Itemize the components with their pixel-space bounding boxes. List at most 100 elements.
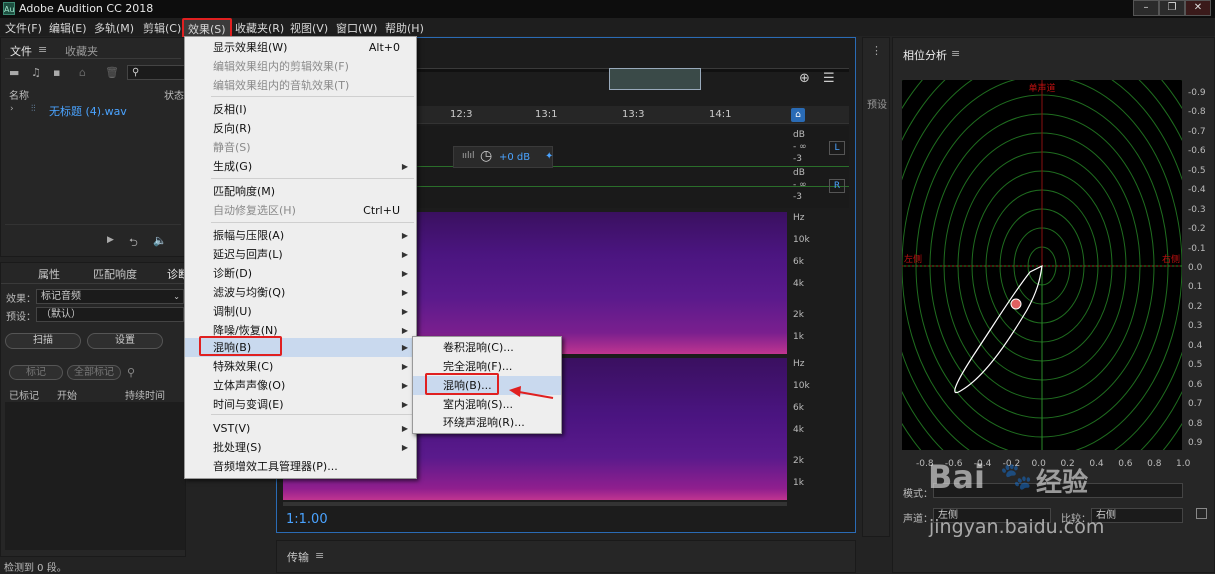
spectrogram-top[interactable] — [417, 212, 787, 354]
menu-edit[interactable]: 编辑(E) — [49, 20, 87, 36]
channel-left-button[interactable]: L — [829, 141, 845, 155]
effects-menu-item[interactable]: 反相(I) — [185, 100, 416, 119]
effects-menu-item[interactable]: 特殊效果(C) ▶ — [185, 357, 416, 376]
channel-right-button[interactable]: R — [829, 179, 845, 193]
y-tick: 0.1 — [1188, 282, 1203, 293]
tab-files[interactable]: 文件 — [10, 43, 32, 59]
tab-match-loudness[interactable]: 匹配响度 — [93, 266, 137, 282]
delete-icon: 🗑 — [105, 66, 119, 79]
minimize-icon[interactable]: – — [1133, 0, 1159, 16]
checkbox[interactable] — [1196, 508, 1207, 519]
panel-menu-icon[interactable]: ≡ — [951, 47, 960, 60]
submenu-arrow-icon: ▶ — [401, 231, 408, 240]
zoom-navigator[interactable] — [609, 68, 701, 90]
hz-label: 4k — [793, 279, 804, 289]
y-tick: 0.8 — [1188, 418, 1203, 429]
preset-select[interactable]: （默认） — [36, 307, 184, 322]
effects-menu-item[interactable]: 振幅与压限(A) ▶ — [185, 226, 416, 245]
effects-menu-item[interactable]: 显示效果组(W) Alt+0 — [185, 38, 416, 57]
hz-label: 10k — [793, 235, 810, 245]
horizontal-scrollbar[interactable] — [283, 502, 787, 506]
menu-item-label: 音频增效工具管理器(P)... — [213, 460, 338, 473]
phase-title: 相位分析 — [903, 49, 947, 62]
effects-menu-item[interactable]: VST(V) ▶ — [185, 419, 416, 438]
snap-icon[interactable]: ⌂ — [791, 108, 805, 122]
effects-menu-item[interactable]: 调制(U) ▶ — [185, 302, 416, 321]
panel-menu-icon[interactable]: ≡ — [38, 43, 47, 56]
effects-menu-item[interactable]: 反向(R) — [185, 119, 416, 138]
effect-select[interactable]: 标记音频 ⌄ — [36, 289, 184, 304]
menu-help[interactable]: 帮助(H) — [385, 20, 424, 36]
menu-favorites[interactable]: 收藏夹(R) — [235, 20, 284, 36]
scan-button[interactable]: 扫描 — [5, 333, 81, 349]
menu-item-label: VST(V) — [213, 422, 251, 435]
panel-menu-icon[interactable]: ≡ — [315, 549, 324, 562]
effects-menu-item[interactable]: 匹配响度(M) — [185, 182, 416, 201]
menu-item-label: 诊断(D) — [213, 267, 253, 280]
effects-menu-item[interactable]: 诊断(D) ▶ — [185, 264, 416, 283]
preset-value: （默认） — [41, 309, 81, 320]
menu-clip[interactable]: 剪辑(C) — [143, 20, 181, 36]
hz-label: Hz — [793, 213, 805, 223]
menu-separator — [211, 414, 414, 415]
knob-icon[interactable]: ◷ — [480, 148, 492, 164]
y-tick: -0.3 — [1188, 204, 1206, 215]
volume-icon[interactable]: 🔈 — [153, 234, 167, 247]
submenu-arrow-icon: ▶ — [401, 162, 408, 171]
menu-item-label: 滤波与均衡(Q) — [213, 286, 286, 299]
reverb-submenu-item[interactable]: 卷积混响(C)... — [413, 338, 561, 357]
col-duration: 持续时间 — [125, 391, 165, 402]
time-tick: 13:3 — [622, 109, 645, 120]
y-tick: -0.1 — [1188, 243, 1206, 254]
y-tick: 0.5 — [1188, 360, 1203, 371]
highlight-reverb-menu — [199, 336, 282, 356]
pin-icon[interactable]: ✦ — [545, 151, 553, 162]
effects-menu-item[interactable]: 延迟与回声(L) ▶ — [185, 245, 416, 264]
transport-panel: 传输 ≡ — [276, 540, 856, 573]
hz-label: 4k — [793, 425, 804, 435]
preset-label: 预设： — [6, 312, 36, 323]
effects-menu-item[interactable]: 滤波与均衡(Q) ▶ — [185, 283, 416, 302]
menu-multitrack[interactable]: 多轨(M) — [94, 20, 134, 36]
menu-separator — [211, 178, 414, 179]
open-folder-icon[interactable]: ▬ — [9, 66, 19, 79]
tab-properties[interactable]: 属性 — [38, 266, 60, 282]
import-icon[interactable]: ♫ — [31, 66, 41, 79]
new-file-icon[interactable]: ▪ — [53, 66, 60, 79]
effects-menu-item[interactable]: 音频增效工具管理器(P)... — [185, 457, 416, 476]
y-tick: 0.6 — [1188, 379, 1203, 390]
more-icon[interactable]: ⋮ — [871, 44, 882, 57]
watermark-url: jingyan.baidu.com — [929, 516, 1105, 538]
expand-icon[interactable]: › — [10, 104, 14, 114]
play-icon[interactable]: ▶ — [107, 235, 114, 245]
submenu-arrow-icon: ▶ — [401, 443, 408, 452]
mark-button: 标记 — [9, 365, 63, 380]
transport-title: 传输 — [287, 551, 309, 564]
menu-file[interactable]: 文件(F) — [5, 20, 42, 36]
menu-window[interactable]: 窗口(W) — [336, 20, 377, 36]
menu-separator — [211, 222, 414, 223]
settings-button[interactable]: 设置 — [87, 333, 163, 349]
hz-label: 2k — [793, 456, 804, 466]
y-tick: -0.7 — [1188, 126, 1206, 137]
effects-menu-item[interactable]: 立体声声像(O) ▶ — [185, 376, 416, 395]
effects-menu-item[interactable]: 时间与变调(E) ▶ — [185, 395, 416, 414]
close-icon[interactable]: ✕ — [1185, 0, 1211, 16]
effects-menu-item[interactable]: 批处理(S) ▶ — [185, 438, 416, 457]
search-icon[interactable]: ⚲ — [127, 366, 135, 379]
tab-favorites[interactable]: 收藏夹 — [65, 43, 98, 59]
list-icon[interactable]: ☰ — [823, 71, 835, 86]
preset-tab[interactable]: 预设 — [867, 96, 887, 111]
zoom-icon[interactable]: ⊕ — [799, 71, 810, 86]
effects-menu-item: 自动修复选区(H) Ctrl+U — [185, 201, 416, 220]
effects-menu-item[interactable]: 生成(G) ▶ — [185, 157, 416, 176]
file-item[interactable]: 无标题 (4).wav — [49, 103, 127, 119]
restore-icon[interactable]: ❐ — [1159, 0, 1185, 16]
menu-view[interactable]: 视图(V) — [290, 20, 328, 36]
reverb-submenu-item[interactable]: 环绕声混响(R)... — [413, 413, 561, 432]
hz-label: 10k — [793, 381, 810, 391]
search-input[interactable]: ⚲ — [127, 65, 185, 80]
loop-icon[interactable]: ⮌ — [129, 234, 138, 253]
menu-item-label: 调制(U) — [213, 305, 252, 318]
diagnostics-panel: 属性 匹配响度 诊断 效果： 标记音频 ⌄ 预设： （默认） 扫描 设置 标记 全… — [0, 262, 189, 557]
